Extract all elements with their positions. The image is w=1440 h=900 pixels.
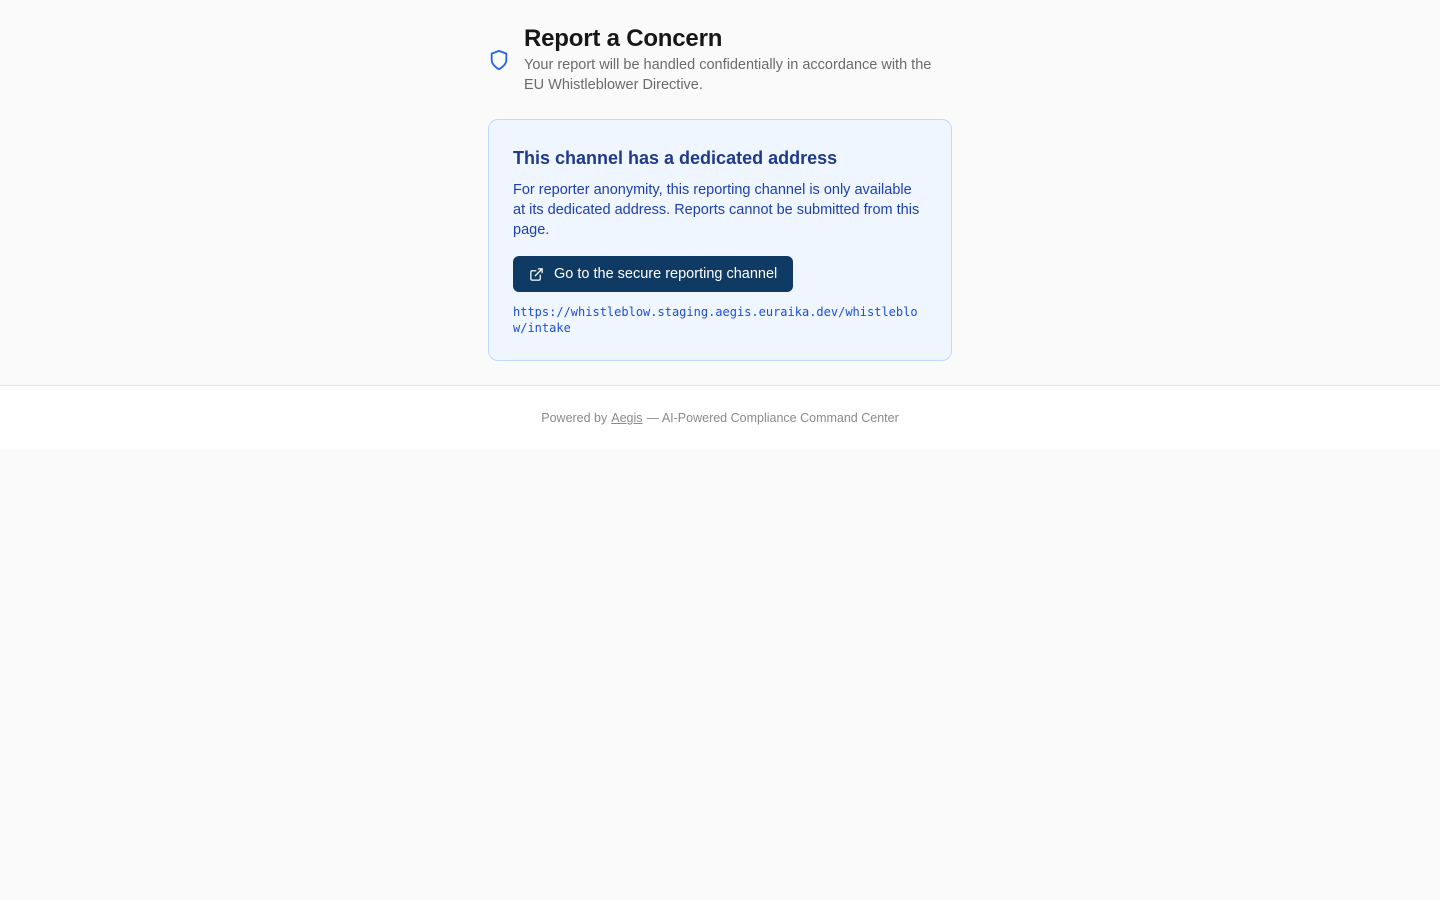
external-link-icon [530,267,543,281]
main-content: Report a Concern Your report will be han… [488,0,952,361]
footer-suffix: — AI-Powered Compliance Command Center [646,411,899,425]
dedicated-address-notice: This channel has a dedicated address For… [488,119,952,361]
secure-channel-button[interactable]: Go to the secure reporting channel [513,256,794,292]
footer-prefix: Powered by [541,411,608,425]
page-subtitle: Your report will be handled confidential… [524,57,932,93]
page-header: Report a Concern Your report will be han… [488,24,952,95]
secure-channel-button-label: Go to the secure reporting channel [554,266,778,282]
notice-text: For reporter anonymity, this reporting c… [513,182,920,238]
page-footer: Powered by Aegis — AI-Powered Compliance… [0,385,1440,450]
channel-url: https://whistleblow.staging.aegis.euraik… [513,305,918,335]
aegis-link[interactable]: Aegis [611,411,642,425]
header-text: Report a Concern Your report will be han… [524,24,952,95]
notice-title: This channel has a dedicated address [513,148,838,168]
shield-icon [490,49,508,70]
page-title: Report a Concern [524,25,723,52]
